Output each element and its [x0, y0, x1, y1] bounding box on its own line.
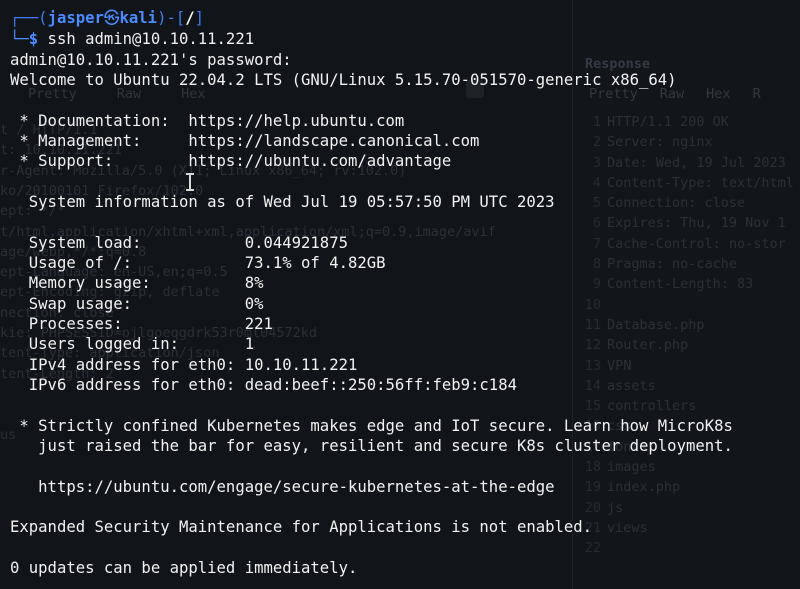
text-cursor-icon	[186, 172, 194, 192]
output-line: Users logged in: 1	[10, 335, 255, 353]
command-line[interactable]: └─$ ssh admin@10.10.11.221	[10, 29, 254, 49]
output-line: IPv4 address for eth0: 10.10.11.221	[10, 356, 358, 374]
prompt-line: ┌──(jasper㉿kali)-[/]	[10, 8, 204, 28]
output-line: System information as of Wed Jul 19 05:5…	[10, 193, 555, 211]
prompt-corner: └─	[10, 30, 29, 48]
output-line: IPv6 address for eth0: dead:beef::250:56…	[10, 376, 517, 394]
output-line: * Management: https://landscape.canonica…	[10, 132, 480, 150]
output-line: * Support: https://ubuntu.com/advantage	[10, 152, 452, 170]
command-text: ssh admin@10.10.11.221	[38, 30, 255, 48]
prompt-host: kali	[119, 9, 158, 27]
output-line: 0 updates can be applied immediately.	[10, 559, 358, 577]
output-line: Memory usage: 8%	[10, 274, 264, 292]
prompt-close: ]	[194, 9, 205, 27]
prompt-mid: )-[	[157, 9, 186, 27]
output-line: Swap usage: 0%	[10, 295, 264, 313]
prompt-dollar: $	[28, 30, 39, 48]
output-line: just raised the bar for easy, resilient …	[10, 437, 733, 455]
output-line: Usage of /: 73.1% of 4.82GB	[10, 254, 386, 272]
output-line: Welcome to Ubuntu 22.04.2 LTS (GNU/Linux…	[10, 71, 677, 89]
output-line: https://ubuntu.com/engage/secure-kuberne…	[10, 478, 555, 496]
output-line: * Documentation: https://help.ubuntu.com	[10, 112, 405, 130]
prompt-path: /	[185, 9, 195, 27]
prompt-user: jasper	[47, 9, 104, 27]
output-line: System load: 0.044921875	[10, 234, 348, 252]
output-line: * Strictly confined Kubernetes makes edg…	[10, 417, 733, 435]
terminal[interactable]: ┌──(jasper㉿kali)-[/] └─$ ssh admin@10.10…	[0, 0, 800, 589]
prompt-open: ┌──(	[10, 9, 48, 27]
skull-icon: ㉿	[103, 9, 120, 27]
output-line: Expanded Security Maintenance for Applic…	[10, 518, 593, 536]
output-line: Processes: 221	[10, 315, 273, 333]
output-line: admin@10.10.11.221's password:	[10, 51, 292, 69]
